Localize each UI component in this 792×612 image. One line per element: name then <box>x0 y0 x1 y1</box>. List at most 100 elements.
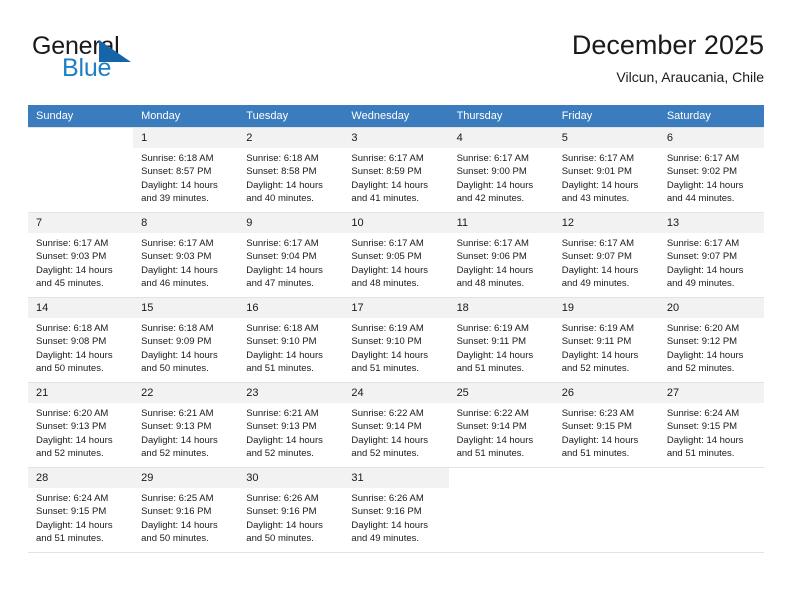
day-number: 13 <box>658 213 764 233</box>
calendar-day-cell[interactable]: 4 Sunrise: 6:17 AM Sunset: 9:00 PM Daylight… <box>448 127 554 213</box>
calendar-day-cell[interactable]: 3 Sunrise: 6:17 AM Sunset: 8:59 PM Daylight… <box>343 127 449 213</box>
calendar-day-cell[interactable]: 1 Sunrise: 6:18 AM Sunset: 8:57 PM Daylight… <box>133 127 239 213</box>
calendar-day-cell[interactable]: 25 Sunrise: 6:22 AM Sunset: 9:14 PM Dayligh… <box>448 382 554 468</box>
daylight-text-line2: and 39 minutes. <box>141 193 209 205</box>
day-number: 7 <box>28 213 134 233</box>
day-number: 20 <box>658 298 764 318</box>
calendar-day-cell[interactable]: 6 Sunrise: 6:17 AM Sunset: 9:02 PM Daylight… <box>658 127 764 213</box>
calendar-day-cell[interactable]: 11 Sunrise: 6:17 AM Sunset: 9:06 PM Dayligh… <box>448 212 554 298</box>
sunset-text: Sunset: 9:03 PM <box>36 251 107 263</box>
day-number: 4 <box>448 128 554 148</box>
daylight-text-line2: and 51 minutes. <box>561 448 630 460</box>
sunset-text: Sunset: 9:10 PM <box>351 336 422 348</box>
logo-text-blue: Blue <box>62 54 112 82</box>
sunrise-text: Sunrise: 6:19 AM <box>351 323 424 334</box>
sunrise-text: Sunrise: 6:17 AM <box>246 238 319 249</box>
calendar-day-cell[interactable]: 18 Sunrise: 6:19 AM Sunset: 9:11 PM Dayligh… <box>448 297 554 383</box>
calendar-day-cell[interactable]: 12 Sunrise: 6:17 AM Sunset: 9:07 PM Dayligh… <box>553 212 659 298</box>
calendar-day-cell[interactable]: 5 Sunrise: 6:17 AM Sunset: 9:01 PM Daylight… <box>553 127 659 213</box>
day-details: Sunrise: 6:18 AM Sunset: 8:58 PM Daylight:… <box>238 148 343 206</box>
daylight-text-line2: and 48 minutes. <box>456 278 525 290</box>
calendar-day-cell[interactable]: 19 Sunrise: 6:19 AM Sunset: 9:11 PM Dayligh… <box>553 297 659 383</box>
day-number: 27 <box>658 383 764 403</box>
sunset-text: Sunset: 9:03 PM <box>141 251 212 263</box>
day-details: Sunrise: 6:20 AM Sunset: 9:12 PM Daylight:… <box>659 318 764 376</box>
calendar-cell-inner: 26 Sunrise: 6:23 AM Sunset: 9:15 PM Dayligh… <box>553 383 659 467</box>
daylight-text-line1: Daylight: 14 hours <box>246 519 323 531</box>
calendar-cell-inner <box>449 469 554 552</box>
calendar-day-cell[interactable]: 21 Sunrise: 6:20 AM Sunset: 9:13 PM Dayligh… <box>28 382 134 468</box>
sunrise-text: Sunrise: 6:20 AM <box>36 408 109 419</box>
calendar-day-cell[interactable]: 16 Sunrise: 6:18 AM Sunset: 9:10 PM Dayligh… <box>238 297 344 383</box>
calendar-day-cell[interactable]: 9 Sunrise: 6:17 AM Sunset: 9:04 PM Daylight… <box>238 212 344 298</box>
sunrise-text: Sunrise: 6:18 AM <box>246 323 319 334</box>
daylight-text-line1: Daylight: 14 hours <box>666 179 744 191</box>
sunrise-text: Sunrise: 6:17 AM <box>351 238 424 249</box>
day-details: Sunrise: 6:25 AM Sunset: 9:16 PM Daylight:… <box>133 488 238 546</box>
daylight-text-line1: Daylight: 14 hours <box>246 264 323 276</box>
day-number: 1 <box>133 128 239 148</box>
sunrise-text: Sunrise: 6:23 AM <box>561 408 635 419</box>
day-number: 10 <box>343 213 449 233</box>
sunrise-text: Sunrise: 6:24 AM <box>666 408 740 419</box>
daylight-text-line2: and 51 minutes. <box>456 363 525 375</box>
calendar-week-row: 1 Sunrise: 6:18 AM Sunset: 8:57 PM Daylight… <box>28 127 764 213</box>
weekday-header-friday: Friday <box>553 105 659 128</box>
day-details: Sunrise: 6:17 AM Sunset: 9:07 PM Daylight:… <box>659 233 764 291</box>
sunrise-text: Sunrise: 6:17 AM <box>141 238 214 249</box>
sunset-text: Sunset: 9:14 PM <box>351 421 422 433</box>
daylight-text-line1: Daylight: 14 hours <box>246 434 323 446</box>
daylight-text-line2: and 41 minutes. <box>351 193 420 205</box>
sunrise-text: Sunrise: 6:26 AM <box>246 493 319 504</box>
day-details: Sunrise: 6:20 AM Sunset: 9:13 PM Daylight:… <box>28 403 133 461</box>
calendar-day-cell[interactable]: 23 Sunrise: 6:21 AM Sunset: 9:13 PM Dayligh… <box>238 382 344 468</box>
page-header: General Blue December 2025 Vilcun, Arauc… <box>28 28 764 94</box>
sunrise-text: Sunrise: 6:18 AM <box>141 153 214 164</box>
calendar-day-cell[interactable]: 15 Sunrise: 6:18 AM Sunset: 9:09 PM Dayligh… <box>133 297 239 383</box>
weekday-header-sunday: Sunday <box>28 105 134 128</box>
sunset-text: Sunset: 9:06 PM <box>456 251 527 263</box>
calendar-cell-inner: 9 Sunrise: 6:17 AM Sunset: 9:04 PM Daylight… <box>238 213 344 297</box>
calendar-day-cell[interactable]: 29 Sunrise: 6:25 AM Sunset: 9:16 PM Dayligh… <box>133 467 239 553</box>
calendar-cell-inner: 22 Sunrise: 6:21 AM Sunset: 9:13 PM Dayligh… <box>133 383 239 467</box>
calendar-week-row: 28 Sunrise: 6:24 AM Sunset: 9:15 PM Dayligh… <box>28 467 764 553</box>
calendar-day-cell[interactable]: 10 Sunrise: 6:17 AM Sunset: 9:05 PM Dayligh… <box>343 212 449 298</box>
calendar-day-cell[interactable]: 20 Sunrise: 6:20 AM Sunset: 9:12 PM Dayligh… <box>658 297 764 383</box>
calendar-day-cell[interactable]: 28 Sunrise: 6:24 AM Sunset: 9:15 PM Dayligh… <box>28 467 134 553</box>
daylight-text-line2: and 42 minutes. <box>456 193 525 205</box>
daylight-text-line2: and 50 minutes. <box>36 363 104 375</box>
calendar-day-cell[interactable]: 13 Sunrise: 6:17 AM Sunset: 9:07 PM Dayligh… <box>658 212 764 298</box>
calendar-day-cell[interactable]: 26 Sunrise: 6:23 AM Sunset: 9:15 PM Dayligh… <box>553 382 659 468</box>
daylight-text-line2: and 52 minutes. <box>36 448 104 460</box>
daylight-text-line2: and 52 minutes. <box>351 448 420 460</box>
calendar-cell-inner: 15 Sunrise: 6:18 AM Sunset: 9:09 PM Dayligh… <box>133 298 239 382</box>
daylight-text-line1: Daylight: 14 hours <box>456 349 534 361</box>
calendar-day-cell[interactable]: 24 Sunrise: 6:22 AM Sunset: 9:14 PM Dayligh… <box>343 382 449 468</box>
daylight-text-line1: Daylight: 14 hours <box>36 434 113 446</box>
day-details: Sunrise: 6:17 AM Sunset: 9:07 PM Daylight:… <box>554 233 659 291</box>
daylight-text-line1: Daylight: 14 hours <box>246 349 323 361</box>
general-blue-logo[interactable]: General Blue <box>32 32 222 88</box>
day-details: Sunrise: 6:17 AM Sunset: 9:02 PM Daylight:… <box>659 148 764 206</box>
sunset-text: Sunset: 9:07 PM <box>561 251 632 263</box>
calendar-day-cell[interactable]: 30 Sunrise: 6:26 AM Sunset: 9:16 PM Dayligh… <box>238 467 344 553</box>
daylight-text-line1: Daylight: 14 hours <box>36 349 113 361</box>
calendar-table: Sunday Monday Tuesday Wednesday Thursday Frid… <box>28 105 764 553</box>
calendar-day-cell[interactable]: 14 Sunrise: 6:18 AM Sunset: 9:08 PM Dayligh… <box>28 297 134 383</box>
daylight-text-line2: and 51 minutes. <box>456 448 525 460</box>
calendar-day-cell[interactable]: 8 Sunrise: 6:17 AM Sunset: 9:03 PM Daylight… <box>133 212 239 298</box>
day-number: 16 <box>238 298 344 318</box>
calendar-day-cell[interactable]: 27 Sunrise: 6:24 AM Sunset: 9:15 PM Dayligh… <box>658 382 764 468</box>
day-details: Sunrise: 6:19 AM Sunset: 9:11 PM Daylight:… <box>554 318 659 376</box>
calendar-day-cell[interactable]: 22 Sunrise: 6:21 AM Sunset: 9:13 PM Dayligh… <box>133 382 239 468</box>
calendar-cell-inner: 23 Sunrise: 6:21 AM Sunset: 9:13 PM Dayligh… <box>238 383 344 467</box>
sunset-text: Sunset: 9:07 PM <box>666 251 738 263</box>
day-details: Sunrise: 6:22 AM Sunset: 9:14 PM Daylight:… <box>449 403 554 461</box>
calendar-day-cell[interactable]: 17 Sunrise: 6:19 AM Sunset: 9:10 PM Dayligh… <box>343 297 449 383</box>
calendar-day-cell[interactable]: 7 Sunrise: 6:17 AM Sunset: 9:03 PM Daylight… <box>28 212 134 298</box>
daylight-text-line2: and 52 minutes. <box>666 363 735 375</box>
calendar-day-cell[interactable]: 2 Sunrise: 6:18 AM Sunset: 8:58 PM Daylight… <box>238 127 344 213</box>
calendar-day-cell[interactable]: 31 Sunrise: 6:26 AM Sunset: 9:16 PM Dayligh… <box>343 467 449 553</box>
daylight-text-line2: and 50 minutes. <box>246 533 314 545</box>
sunset-text: Sunset: 9:09 PM <box>141 336 212 348</box>
